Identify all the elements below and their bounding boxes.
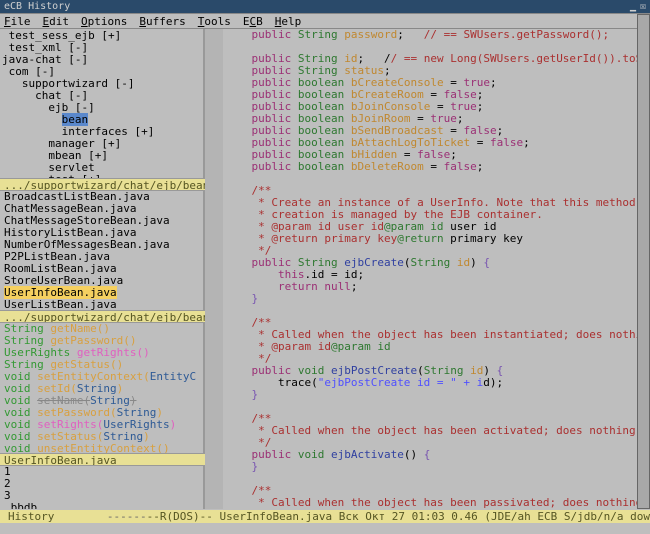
scrollbar[interactable] [637,14,650,509]
minimize-icon[interactable]: ▁ [630,1,636,12]
modeline-status: --R(DOS)-- UserInfoBean.java Вск Окт 27 … [147,510,650,523]
code-line[interactable]: public String password; // == SWUsers.ge… [225,29,650,41]
menu-buffers[interactable]: Buffers [139,15,185,28]
code-line[interactable]: trace("ejbPostCreate id = " + id); [225,377,650,389]
minibuffer[interactable] [0,523,650,534]
file-item[interactable]: 1 [0,466,203,478]
code-line[interactable]: * @return primary key@return primary key [225,233,650,245]
code-line[interactable]: } [225,293,650,305]
file-item[interactable]: 2 [0,478,203,490]
close-icon[interactable]: ☒ [640,1,646,12]
history-bar: .../supportwizard/chat/ejb/bean [0,310,205,323]
menu-options[interactable]: Options [81,15,127,28]
menubar: File Edit Options Buffers Tools ECB Help [0,14,650,29]
code-line[interactable] [225,305,650,317]
methods-bar: UserInfoBean.java [0,453,205,466]
mode-line: History ------ --R(DOS)-- UserInfoBean.j… [0,510,650,523]
code-line[interactable]: } [225,461,650,473]
code-line[interactable] [225,173,650,185]
menu-help[interactable]: Help [275,15,302,28]
code-line[interactable]: * Called when the object has been activa… [225,425,650,437]
file-list[interactable]: 123.bbdblinks.txtemacs-Beginner-HOWTO.sg… [0,466,205,509]
modeline-buffer: History [0,510,107,523]
window-title: eCB History [4,1,630,12]
titlebar: eCB History ▁ ☒ [0,0,650,14]
menu-file[interactable]: File [4,15,31,28]
code-line[interactable]: return null; [225,281,650,293]
menu-edit[interactable]: Edit [43,15,70,28]
tree-path: .../supportwizard/chat/ejb/bean [0,178,205,191]
fringe [205,29,223,509]
code-line[interactable]: * Called when the object has been passiv… [225,497,650,509]
code-line[interactable]: } [225,389,650,401]
code-line[interactable] [225,401,650,413]
file-item[interactable]: .bbdb [0,502,203,509]
menu-tools[interactable]: Tools [198,15,231,28]
code-editor[interactable]: public String password; // == SWUsers.ge… [205,29,650,509]
code-line[interactable]: * @param id@param id [225,341,650,353]
code-line[interactable]: public boolean bDeleteRoom = false; [225,161,650,173]
modeline-fill: ------ [107,510,147,523]
method-item[interactable]: void unsetEntityContext() [0,443,203,453]
history-item[interactable]: UserListBean.java [0,299,203,310]
code-line[interactable]: public void ejbActivate() { [225,449,650,461]
code-line[interactable] [225,473,650,485]
history-pane[interactable]: BroadcastListBean.javaChatMessageBean.ja… [0,191,205,310]
menu-ecb[interactable]: ECB [243,15,263,28]
methods-pane[interactable]: String getName()String getPassword()User… [0,323,205,453]
directory-tree[interactable]: test_sess_ejb [+] test_xml [-]java-chat … [0,29,205,178]
